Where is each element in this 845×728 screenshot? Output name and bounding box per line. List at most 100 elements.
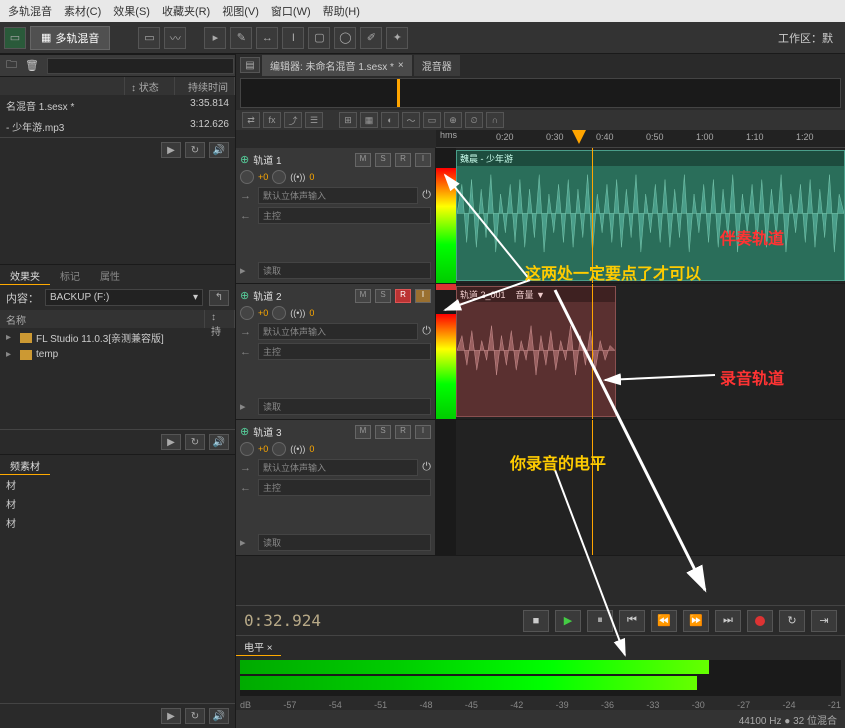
folder-row[interactable]: ▸ FL Studio 11.0.3[亲测兼容版] [0, 328, 235, 347]
autoplay-btn[interactable]: 🔊 [209, 142, 229, 158]
autoplay-btn[interactable]: 🔊 [209, 434, 229, 450]
playhead-marker[interactable] [572, 130, 586, 144]
track-name[interactable]: 轨道 3 [253, 424, 351, 439]
content-up-btn[interactable]: ↰ [209, 290, 229, 306]
track-2-content[interactable]: 轨道 2_001 音量 ▼ [456, 284, 845, 419]
pan-knob[interactable] [272, 170, 286, 184]
track-color-swatch[interactable]: ⊕ [240, 425, 249, 438]
file-row[interactable]: 名混音 1.sesx * 3:35.814 [0, 95, 235, 116]
automation-mode-select[interactable]: 读取 [258, 262, 431, 279]
tt-ripple[interactable]: ◐ [381, 112, 399, 128]
overview-bar[interactable] [240, 78, 841, 108]
track-input-select[interactable]: 默认立体声输入 [258, 323, 418, 340]
file-row[interactable]: - 少年游.mp3 3:12.626 [0, 116, 235, 137]
track-1-content[interactable]: 魏晨 - 少年游 [456, 148, 845, 283]
close-icon[interactable]: × [398, 60, 404, 71]
mute-btn[interactable]: M [355, 289, 371, 303]
col-duration[interactable]: 持续时间 [175, 77, 235, 95]
goto-next-btn[interactable]: ⏭ [715, 610, 741, 632]
monitor-btn[interactable]: I [415, 289, 431, 303]
content-dropdown[interactable]: BACKUP (F:)▾ [45, 289, 203, 306]
timeline-ruler[interactable]: hms 0:20 0:30 0:40 0:50 1:00 1:10 1:20 1… [436, 130, 845, 148]
loop-btn[interactable]: ↻ [779, 610, 805, 632]
time-select-tool[interactable]: I [282, 27, 304, 49]
solo-btn[interactable]: S [375, 425, 391, 439]
trash-icon[interactable]: 🗑 [25, 59, 39, 72]
volume-knob[interactable] [240, 170, 254, 184]
menu-favorites[interactable]: 收藏夹(R) [162, 3, 210, 19]
play-btn[interactable]: ▶ [161, 434, 181, 450]
rewind-btn[interactable]: ⏪ [651, 610, 677, 632]
multitrack-mode-tab[interactable]: ▦ 多轨混音 [30, 26, 110, 50]
play-file-btn[interactable]: ▶ [161, 142, 181, 158]
pan-knob[interactable] [272, 306, 286, 320]
track-output-select[interactable]: 主控 [258, 343, 431, 360]
menu-multitrack[interactable]: 多轨混音 [8, 3, 52, 19]
tt-fx[interactable]: fx [263, 112, 281, 128]
tt-metronome[interactable]: ⏲ [465, 112, 483, 128]
files-search-input[interactable] [47, 58, 234, 74]
forward-btn[interactable]: ⏩ [683, 610, 709, 632]
tab-levels[interactable]: 电平 × [236, 636, 281, 656]
volume-knob[interactable] [240, 442, 254, 456]
col-status[interactable]: ↕ 状态 [125, 77, 175, 95]
brush-tool[interactable]: ✐ [360, 27, 382, 49]
input-power-icon[interactable]: ⏻ [422, 325, 431, 338]
tool-btn-1[interactable]: ▭ [138, 27, 160, 49]
stop-btn[interactable]: ■ [523, 610, 549, 632]
mute-btn[interactable]: M [355, 153, 371, 167]
tab-properties[interactable]: 属性 [90, 265, 130, 285]
move-tool[interactable]: ▸ [204, 27, 226, 49]
tt-snap[interactable]: ⊞ [339, 112, 357, 128]
spot-heal-tool[interactable]: ✦ [386, 27, 408, 49]
input-power-icon[interactable]: ⏻ [422, 461, 431, 474]
tt-zoom[interactable]: ⊕ [444, 112, 462, 128]
editor-tab-session[interactable]: 编辑器: 未命名混音 1.sesx *× [262, 55, 412, 76]
col-name[interactable]: 名称 [0, 310, 205, 328]
pause-btn[interactable]: ⏸ [587, 610, 613, 632]
track-input-select[interactable]: 默认立体声输入 [258, 459, 418, 476]
mute-btn[interactable]: M [355, 425, 371, 439]
autoplay-btn[interactable]: 🔊 [209, 708, 229, 724]
goto-prev-btn[interactable]: ⏮ [619, 610, 645, 632]
waveform-view-btn[interactable]: ▭ [4, 27, 26, 49]
arm-record-btn[interactable]: R [395, 153, 411, 167]
track-output-select[interactable]: 主控 [258, 207, 431, 224]
tt-env[interactable]: 〜 [402, 112, 420, 128]
monitor-btn[interactable]: I [415, 425, 431, 439]
loop-btn[interactable]: ↻ [185, 434, 205, 450]
tt-auto[interactable]: ▭ [423, 112, 441, 128]
tt-group[interactable]: ▦ [360, 112, 378, 128]
tab-markers[interactable]: 标记 [50, 265, 90, 285]
menu-clip[interactable]: 素材(C) [64, 3, 101, 19]
audio-clip-1[interactable]: 魏晨 - 少年游 [456, 150, 845, 281]
play-btn[interactable]: ▶ [555, 610, 581, 632]
skip-btn[interactable]: ⇥ [811, 610, 837, 632]
loop-file-btn[interactable]: ↻ [185, 142, 205, 158]
arm-record-btn[interactable]: R [395, 289, 411, 303]
overview-playhead[interactable] [397, 79, 400, 107]
pan-knob[interactable] [272, 442, 286, 456]
media-row[interactable]: 材 [0, 475, 235, 494]
panel-menu-btn[interactable]: ▤ [240, 57, 260, 73]
input-power-icon[interactable]: ⏻ [422, 189, 431, 202]
volume-knob[interactable] [240, 306, 254, 320]
col-dur-short[interactable]: ↕ 持 [205, 310, 235, 328]
menu-view[interactable]: 视图(V) [222, 3, 259, 19]
tt-eq[interactable]: ☰ [305, 112, 323, 128]
track-name[interactable]: 轨道 1 [253, 152, 351, 167]
editor-tab-mixer[interactable]: 混音器 [414, 55, 460, 76]
lasso-tool[interactable]: ◯ [334, 27, 356, 49]
track-name[interactable]: 轨道 2 [253, 288, 351, 303]
tt-inputs[interactable]: ⇄ [242, 112, 260, 128]
track-input-select[interactable]: 默认立体声输入 [258, 187, 418, 204]
solo-btn[interactable]: S [375, 289, 391, 303]
solo-btn[interactable]: S [375, 153, 391, 167]
menu-help[interactable]: 帮助(H) [323, 3, 360, 19]
automation-mode-select[interactable]: 读取 [258, 534, 431, 551]
tt-magnet[interactable]: ∩ [486, 112, 504, 128]
slip-tool[interactable]: ↔ [256, 27, 278, 49]
play-btn[interactable]: ▶ [161, 708, 181, 724]
folder-icon[interactable]: 🗀 [6, 56, 17, 75]
menu-window[interactable]: 窗口(W) [271, 3, 311, 19]
